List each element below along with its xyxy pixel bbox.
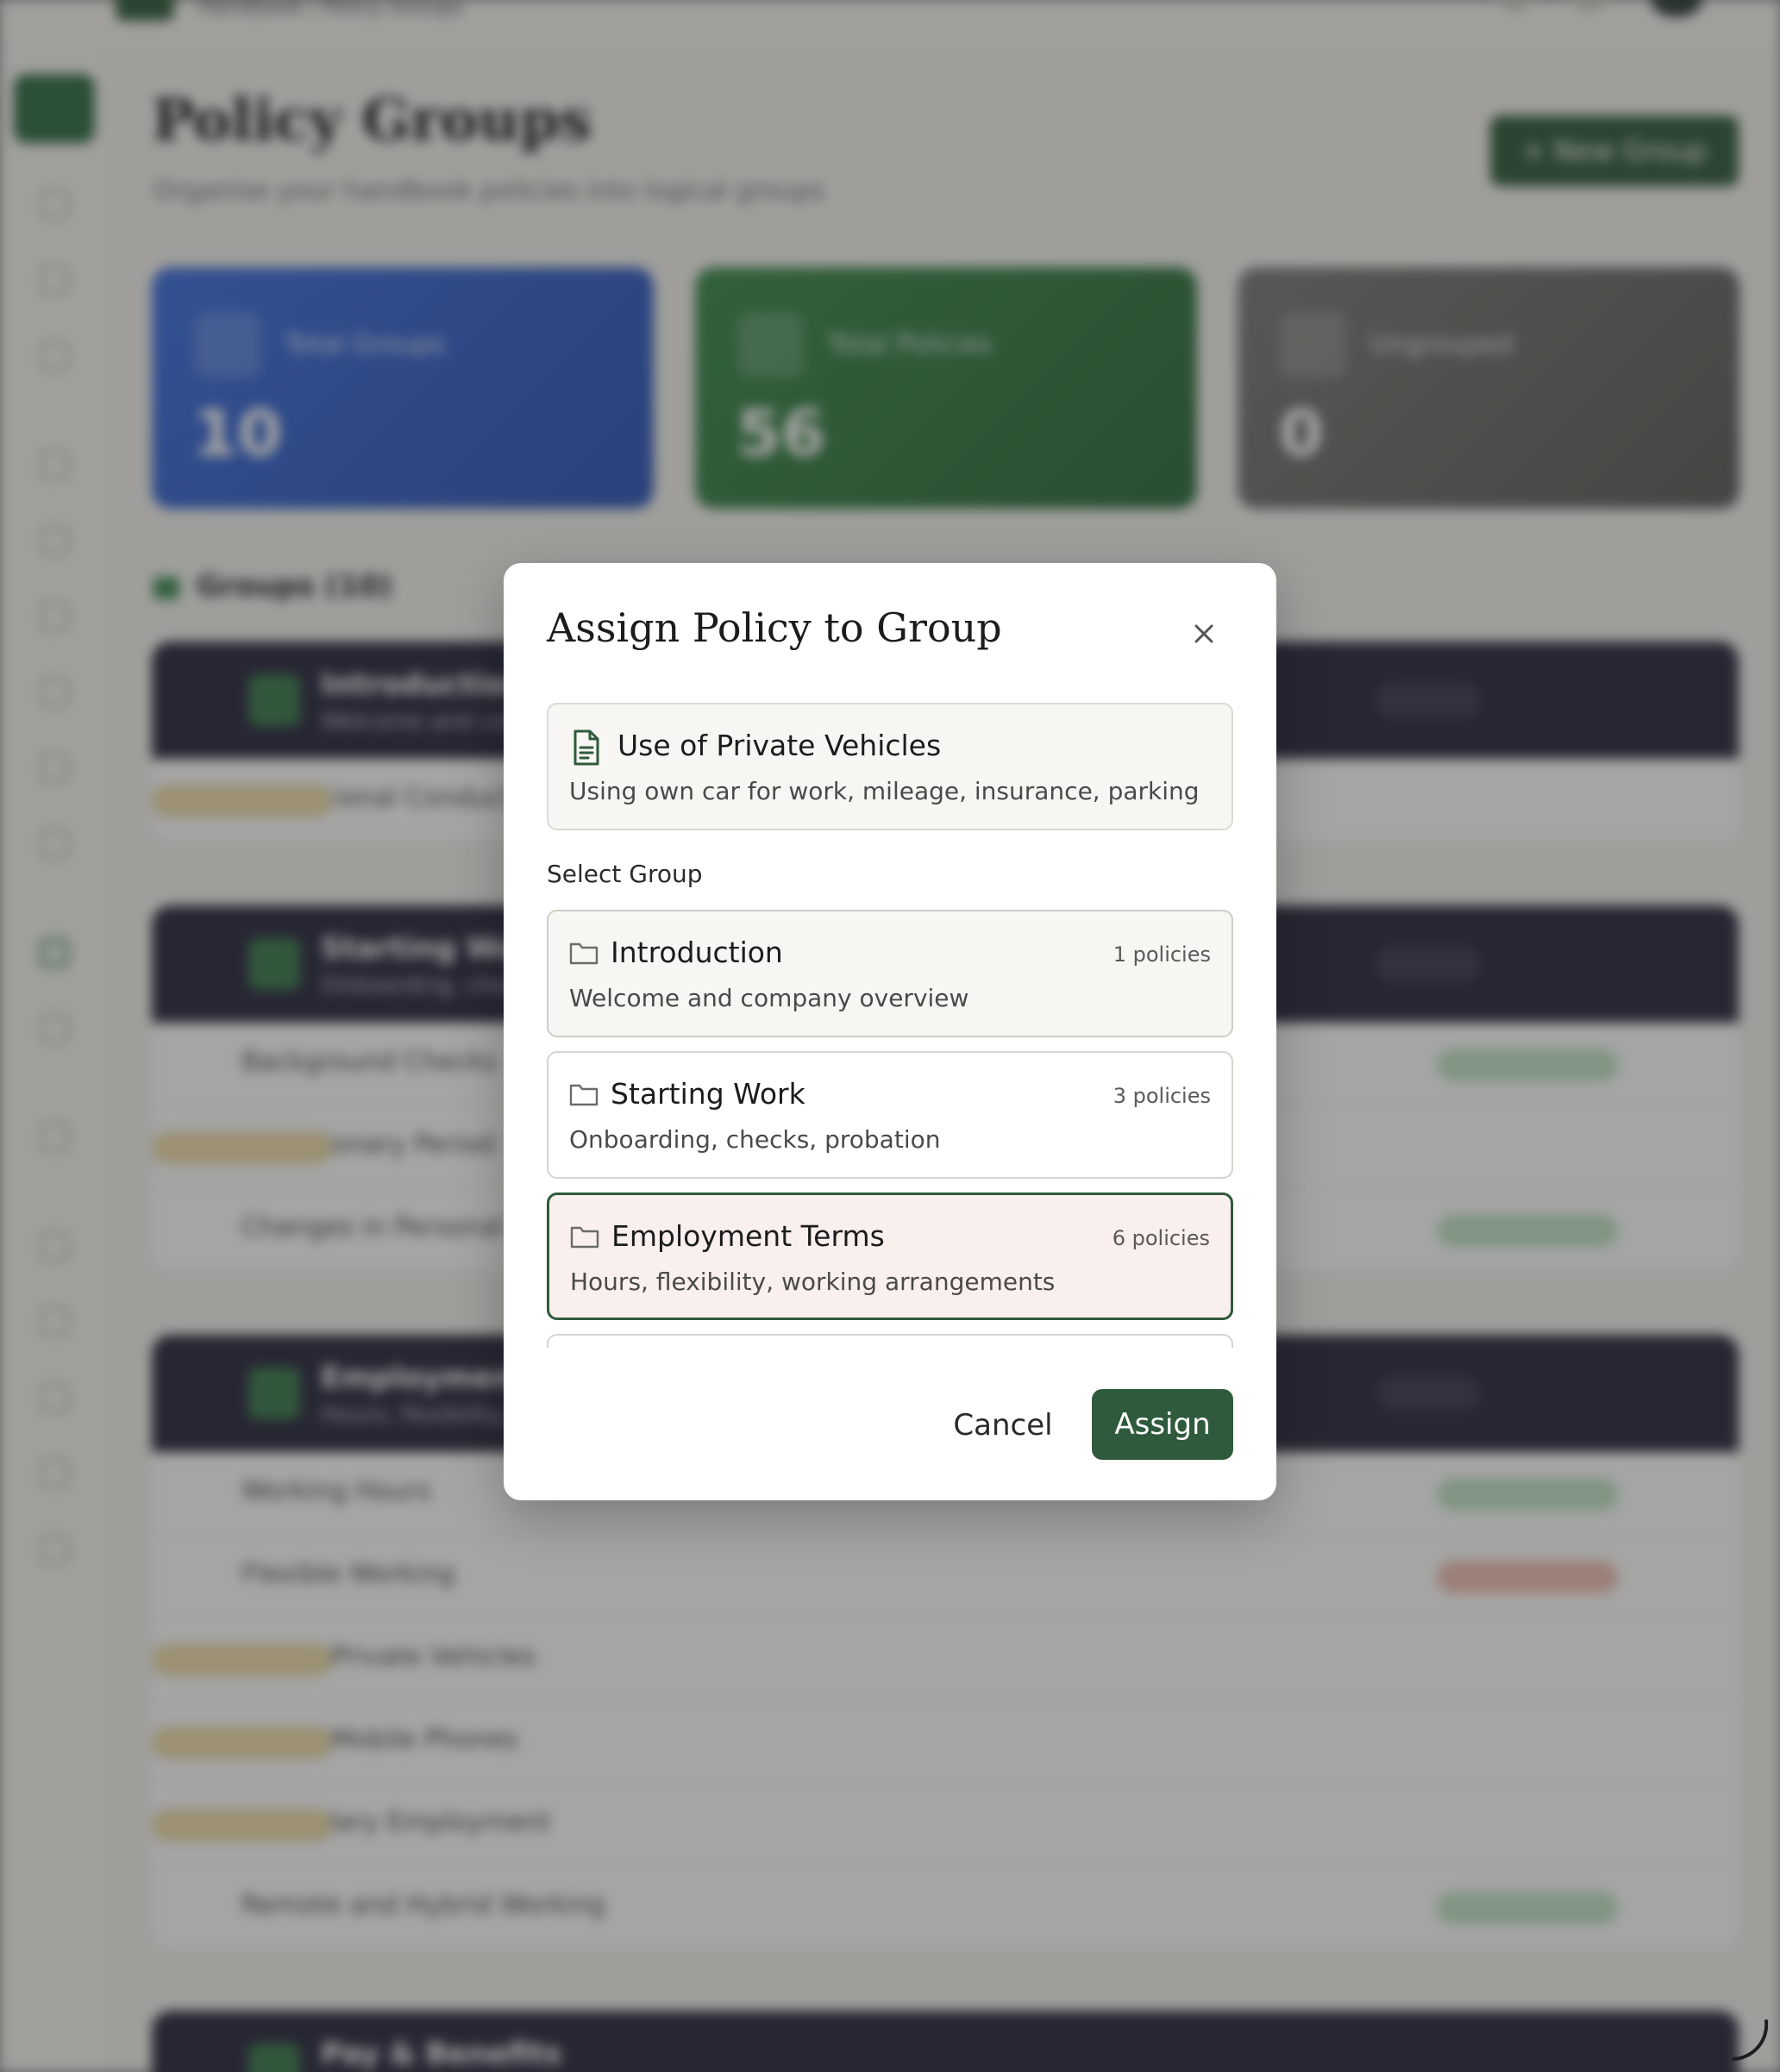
- group-option-title: Starting Work: [611, 1077, 805, 1111]
- loading-spinner-icon: [1732, 2019, 1769, 2061]
- close-icon: [1194, 624, 1213, 643]
- assign-button[interactable]: Assign: [1092, 1389, 1233, 1460]
- group-option-description: Onboarding, checks, probation: [569, 1125, 941, 1154]
- policy-description: Using own car for work, mileage, insuran…: [569, 777, 1200, 805]
- group-option-starting-work[interactable]: Starting Work 3 policies Onboarding, che…: [547, 1051, 1233, 1179]
- group-option-description: Hours, flexibility, working arrangements: [570, 1268, 1056, 1296]
- policy-title: Use of Private Vehicles: [617, 729, 942, 762]
- select-group-label: Select Group: [547, 860, 703, 888]
- folder-icon: [570, 1226, 599, 1249]
- folder-icon: [569, 1084, 599, 1106]
- assign-policy-dialog: Assign Policy to Group Use of Private Ve…: [504, 563, 1276, 1500]
- group-option-title: Employment Terms: [611, 1219, 885, 1253]
- group-option-introduction[interactable]: Introduction 1 policies Welcome and comp…: [547, 910, 1233, 1037]
- cancel-button[interactable]: Cancel: [926, 1391, 1080, 1460]
- group-option-next[interactable]: [547, 1334, 1233, 1348]
- group-option-count: 3 policies: [1112, 1084, 1211, 1108]
- folder-icon: [569, 942, 599, 965]
- group-option-employment-terms[interactable]: Employment Terms 6 policies Hours, flexi…: [547, 1192, 1233, 1320]
- document-icon: [573, 729, 599, 766]
- group-options-list[interactable]: Introduction 1 policies Welcome and comp…: [547, 910, 1233, 1348]
- dialog-title: Assign Policy to Group: [547, 604, 1002, 651]
- group-option-description: Welcome and company overview: [569, 984, 969, 1012]
- group-option-count: 6 policies: [1112, 1226, 1210, 1250]
- close-button[interactable]: [1185, 615, 1223, 653]
- group-option-count: 1 policies: [1112, 942, 1211, 967]
- selected-policy-card: Use of Private Vehicles Using own car fo…: [547, 703, 1233, 830]
- group-option-title: Introduction: [611, 936, 783, 969]
